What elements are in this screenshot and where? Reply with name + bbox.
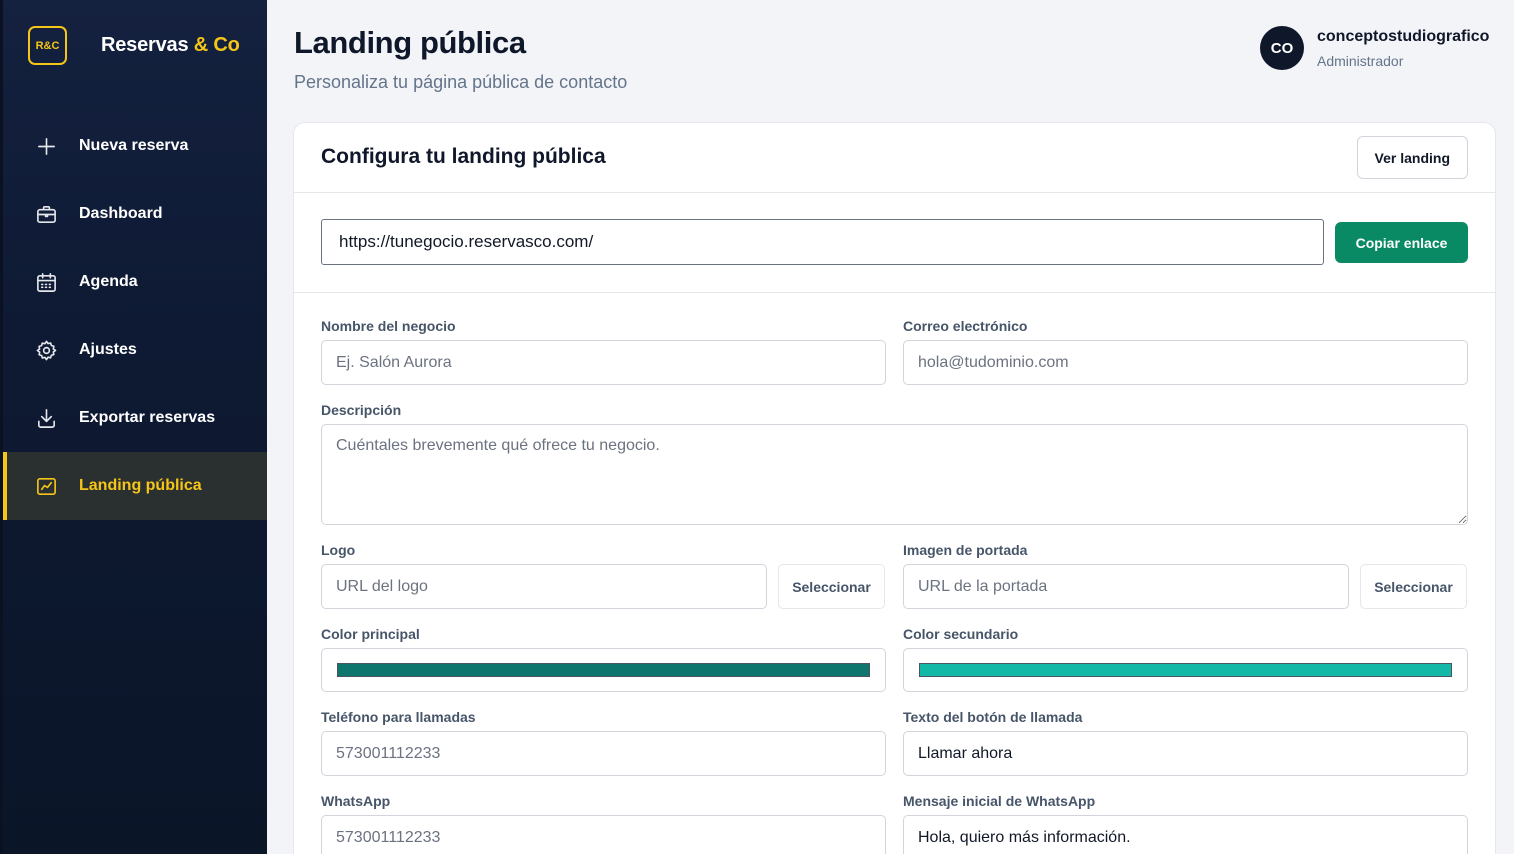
brand[interactable]: R&C Reservas & Co — [28, 26, 240, 65]
logo-url-field[interactable] — [321, 564, 767, 609]
url-row: Copiar enlace — [294, 193, 1495, 293]
sidebar-nav: Nueva reserva Dashboard Agenda Ajustes E… — [3, 112, 267, 520]
secondary-color-picker[interactable] — [903, 648, 1468, 692]
copy-link-button[interactable]: Copiar enlace — [1335, 222, 1468, 263]
page-title: Landing pública — [294, 25, 526, 60]
calendar-icon — [34, 270, 58, 294]
select-logo-button[interactable]: Seleccionar — [778, 564, 885, 609]
card-title: Configura tu landing pública — [321, 145, 606, 168]
card-header: Configura tu landing pública Ver landing — [294, 123, 1495, 193]
sidebar-item-label: Ajustes — [79, 341, 137, 358]
call-text-field[interactable] — [903, 731, 1468, 776]
whatsapp-message-field[interactable] — [903, 815, 1468, 854]
business-name-label: Nombre del negocio — [321, 318, 456, 334]
sidebar-item-dashboard[interactable]: Dashboard — [3, 180, 267, 248]
sidebar: R&C Reservas & Co Nueva reserva Dashboar… — [0, 0, 267, 854]
sidebar-item-label: Exportar reservas — [79, 409, 216, 426]
sidebar-item-ajustes[interactable]: Ajustes — [3, 316, 267, 384]
description-field[interactable] — [321, 424, 1468, 525]
sidebar-item-label: Nueva reserva — [79, 137, 189, 154]
sidebar-item-label: Dashboard — [79, 205, 163, 222]
whatsapp-field[interactable] — [321, 815, 886, 854]
sidebar-item-landing-publica[interactable]: Landing pública — [3, 452, 267, 520]
phone-label: Teléfono para llamadas — [321, 709, 476, 725]
user-role: Administrador — [1317, 52, 1404, 69]
sidebar-item-agenda[interactable]: Agenda — [3, 248, 267, 316]
primary-color-label: Color principal — [321, 626, 420, 642]
logo-label: Logo — [321, 542, 356, 558]
primary-color-picker[interactable] — [321, 648, 886, 692]
call-text-label: Texto del botón de llamada — [903, 709, 1083, 725]
select-cover-button[interactable]: Seleccionar — [1360, 564, 1467, 609]
cover-url-field[interactable] — [903, 564, 1349, 609]
whatsapp-label: WhatsApp — [321, 793, 391, 809]
sidebar-item-label: Landing pública — [79, 477, 202, 494]
business-name-field[interactable] — [321, 340, 886, 385]
sidebar-item-exportar-reservas[interactable]: Exportar reservas — [3, 384, 267, 452]
email-label: Correo electrónico — [903, 318, 1028, 334]
brand-name: Reservas & Co — [101, 34, 240, 57]
description-label: Descripción — [321, 402, 402, 418]
phone-field[interactable] — [321, 731, 886, 776]
plus-icon — [34, 134, 58, 158]
page-subtitle: Personaliza tu página pública de contact… — [294, 72, 628, 92]
brand-name-accent: & Co — [193, 34, 240, 56]
brand-name-main: Reservas — [101, 34, 189, 56]
secondary-color-swatch — [919, 663, 1452, 677]
cover-label: Imagen de portada — [903, 542, 1028, 558]
sidebar-item-nueva-reserva[interactable]: Nueva reserva — [3, 112, 267, 180]
landing-url-field[interactable] — [321, 219, 1324, 265]
sidebar-item-label: Agenda — [79, 273, 138, 290]
avatar: CO — [1260, 26, 1304, 70]
brand-logo: R&C — [28, 26, 67, 65]
gear-icon — [34, 338, 58, 362]
view-landing-button[interactable]: Ver landing — [1356, 136, 1468, 179]
secondary-color-label: Color secundario — [903, 626, 1019, 642]
whatsapp-message-label: Mensaje inicial de WhatsApp — [903, 793, 1096, 809]
user-name: conceptostudiografico — [1317, 27, 1490, 45]
email-field[interactable] — [903, 340, 1468, 385]
user-menu[interactable]: CO conceptostudiografico Administrador — [1260, 26, 1489, 70]
briefcase-icon — [34, 202, 58, 226]
primary-color-swatch — [337, 663, 870, 677]
download-icon — [34, 406, 58, 430]
user-info: conceptostudiografico Administrador — [1317, 28, 1489, 69]
chart-icon — [34, 474, 58, 498]
